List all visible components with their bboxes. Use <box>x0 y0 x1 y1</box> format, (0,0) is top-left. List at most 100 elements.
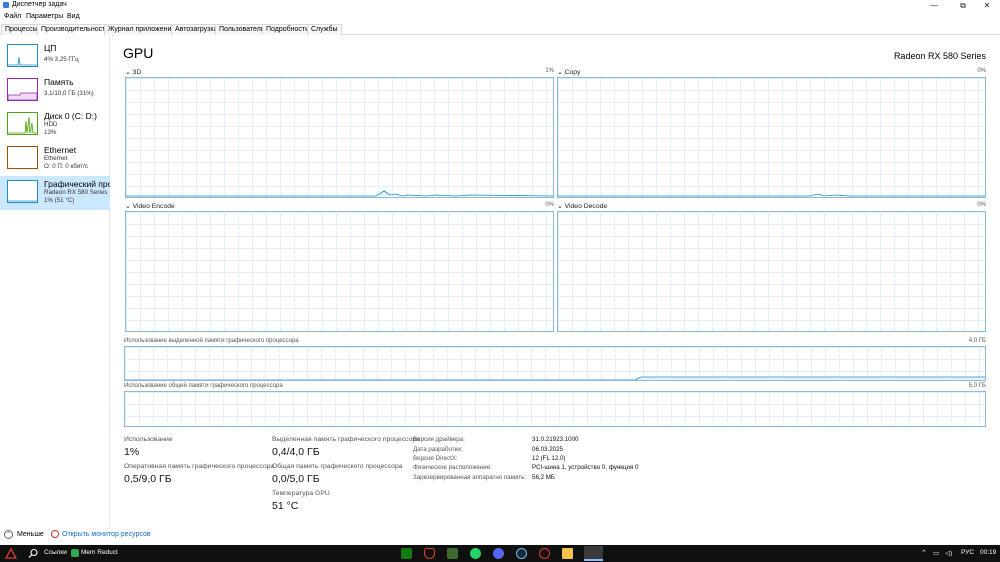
engine-copy-graph <box>557 77 986 198</box>
engine-video-encode-percent: 0% <box>545 202 554 208</box>
engine-video-decode-label[interactable]: ⌄ Video Decode <box>557 202 607 210</box>
tray-overflow-icon[interactable]: ⌃ <box>921 549 927 557</box>
discord-icon[interactable] <box>493 548 504 559</box>
shared-memory-max: 5,0 ГБ <box>968 383 986 389</box>
sidebar-item-label: Память <box>44 77 74 87</box>
dedicated-memory-stat-label: Выделенная память графического процессор… <box>272 436 420 443</box>
fewer-details-button[interactable]: Меньше <box>17 531 44 538</box>
maximize-button[interactable]: ⧉ <box>950 0 976 11</box>
engine-3d-graph <box>125 77 554 198</box>
gpu-ram-label: Оперативная память графического процессо… <box>124 463 275 470</box>
engine-3d-label[interactable]: ⌄ 3D <box>125 68 141 76</box>
file-explorer-icon[interactable] <box>562 548 573 559</box>
sidebar-item-detail: 1% (51 °C) <box>44 197 75 204</box>
open-resource-monitor-link[interactable]: Открыть монитор ресурсов <box>62 531 151 538</box>
ethernet-thumbnail-graph <box>7 146 38 169</box>
volume-icon[interactable]: ◁) <box>945 549 952 557</box>
driver-date-label: Дата разработки: <box>413 446 463 453</box>
tab-users[interactable]: Пользователи <box>215 24 269 35</box>
gpu-thumbnail-graph <box>7 180 38 203</box>
sidebar-item-detail: Ethernet <box>44 155 68 162</box>
hardware-reserved-memory-value: 56,2 МБ <box>532 474 555 481</box>
menu-bar: Файл Параметры Вид <box>0 11 1000 23</box>
mem-reduct-taskbar-item[interactable]: Mem Reduct <box>81 549 118 556</box>
tab-performance[interactable]: Производительность <box>37 24 113 36</box>
physical-location-value: PCI-шина 1, устройство 0, функция 0 <box>532 464 639 471</box>
engine-video-encode-label[interactable]: ⌄ Video Encode <box>125 202 175 210</box>
sidebar-item-detail: HDD <box>44 121 58 128</box>
utilization-value: 1% <box>124 446 140 458</box>
sidebar-item-cpu[interactable]: ЦП 4% 3,25 ГГц <box>0 40 110 74</box>
sidebar-item-disk[interactable]: Диск 0 (C: D:) HDD 13% <box>0 108 110 142</box>
engine-copy-percent: 0% <box>977 68 986 74</box>
language-indicator[interactable]: РУС <box>961 549 974 556</box>
resource-monitor-icon <box>51 530 59 538</box>
sidebar-item-detail: Radeon RX 580 Series <box>44 189 108 196</box>
utilization-label: Использование <box>124 436 173 443</box>
shield-icon[interactable] <box>424 548 435 559</box>
xbox-icon[interactable] <box>401 548 412 559</box>
opera-icon[interactable] <box>539 548 550 559</box>
shared-memory-stat-label: Общая память графического процессора <box>272 463 403 470</box>
whatsapp-icon[interactable] <box>470 548 481 559</box>
engine-3d-percent: 1% <box>545 68 554 74</box>
menu-file[interactable]: Файл <box>4 13 21 20</box>
cpu-thumbnail-graph <box>7 44 38 67</box>
search-icon[interactable] <box>28 548 39 559</box>
sidebar-item-label: Графический процессор 0 <box>44 179 110 189</box>
tab-startup[interactable]: Автозагрузка <box>171 24 222 35</box>
engine-video-decode-percent: 0% <box>977 202 986 208</box>
menu-view[interactable]: Вид <box>67 13 80 20</box>
engine-video-encode-graph <box>125 211 554 332</box>
warning-icon[interactable] <box>5 548 17 559</box>
title-bar: Диспетчер задач — ⧉ ✕ <box>0 0 1000 11</box>
minimize-button[interactable]: — <box>921 0 947 11</box>
gpu-temperature-value: 51 °C <box>272 500 299 512</box>
game-app-icon[interactable] <box>447 548 458 559</box>
driver-version-label: Версия драйвера: <box>413 436 465 443</box>
directx-version-value: 12 (FL 12.0) <box>532 455 566 462</box>
clock[interactable]: 00:19 <box>980 549 996 556</box>
gpu-temperature-label: Температура GPU <box>272 490 330 497</box>
dedicated-memory-max: 4,0 ГБ <box>968 338 986 344</box>
tab-services[interactable]: Службы <box>307 24 342 35</box>
task-manager-taskbar-item[interactable] <box>584 546 603 561</box>
network-icon[interactable]: ▭ <box>933 549 939 557</box>
menu-options[interactable]: Параметры <box>26 13 63 20</box>
sidebar-item-detail: 13% <box>44 129 57 136</box>
page-title: GPU <box>123 45 154 61</box>
tab-details[interactable]: Подробности <box>262 24 314 35</box>
chevron-up-icon[interactable]: ⌃ <box>4 530 13 539</box>
sidebar-item-ethernet[interactable]: Ethernet Ethernet О: 0 П: 0 кбит/с <box>0 142 110 176</box>
shared-memory-stat-value: 0,0/5,0 ГБ <box>272 473 320 485</box>
shared-memory-label: Использование общей памяти графического … <box>124 383 283 389</box>
steam-icon[interactable] <box>516 548 527 559</box>
directx-version-label: Версия DirectX: <box>413 455 458 462</box>
engine-copy-label[interactable]: ⌄ Copy <box>557 68 580 76</box>
hardware-reserved-memory-label: Зарезервированная аппаратно память: <box>413 474 527 481</box>
dedicated-memory-stat-value: 0,4/4,0 ГБ <box>272 446 320 458</box>
mem-reduct-icon <box>71 549 79 557</box>
sidebar-item-gpu[interactable]: Графический процессор 0 Radeon RX 580 Se… <box>0 176 110 210</box>
memory-thumbnail-graph <box>7 78 38 101</box>
sidebar-item-memory[interactable]: Память 3,1/10,0 ГБ (31%) <box>0 74 110 108</box>
sidebar-item-detail: 4% 3,25 ГГц <box>44 56 79 63</box>
links-toolbar[interactable]: Ссылки <box>44 549 67 556</box>
shared-memory-graph <box>124 391 986 427</box>
sidebar-item-label: ЦП <box>44 43 57 53</box>
gpu-ram-value: 0,5/9,0 ГБ <box>124 473 172 485</box>
task-manager-icon <box>3 2 9 8</box>
sidebar-item-detail: 3,1/10,0 ГБ (31%) <box>44 90 94 97</box>
window-title: Диспетчер задач <box>12 1 67 8</box>
sidebar-item-label: Ethernet <box>44 145 77 155</box>
gpu-model-name: Radeon RX 580 Series <box>893 51 986 61</box>
close-button[interactable]: ✕ <box>974 0 1000 11</box>
dedicated-memory-graph <box>124 346 986 381</box>
taskbar: Ссылки Mem Reduct ⌃ ▭ ◁) РУС 00:19 <box>0 545 1000 562</box>
driver-date-value: 06.03.2025 <box>532 446 563 453</box>
dedicated-memory-label: Использование выделенной памяти графичес… <box>124 338 299 344</box>
tab-app-history[interactable]: Журнал приложений <box>104 24 180 35</box>
tab-processes[interactable]: Процессы <box>1 24 42 35</box>
disk-thumbnail-graph <box>7 112 38 135</box>
sidebar-item-label: Диск 0 (C: D:) <box>44 111 97 121</box>
